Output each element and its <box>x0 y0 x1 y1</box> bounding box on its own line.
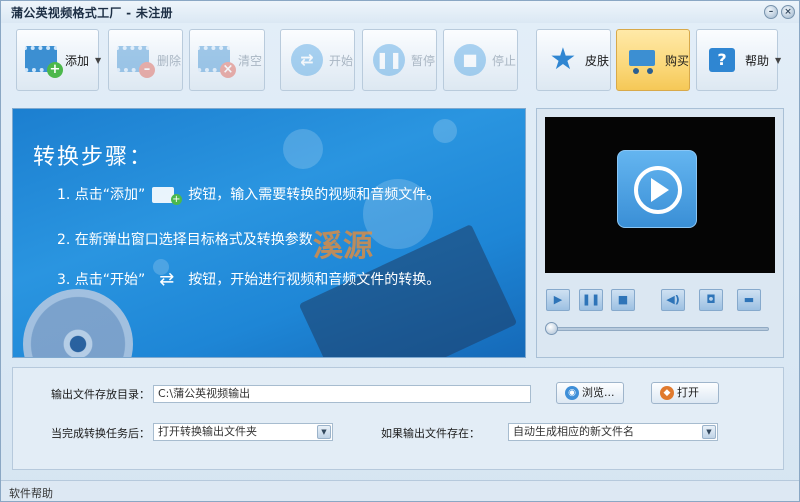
disc-decoration <box>23 289 133 357</box>
start-button[interactable]: ⇄ 开始 <box>280 29 355 91</box>
start-button-label: 开始 <box>329 53 354 68</box>
chevron-down-icon: ▼ <box>702 425 716 439</box>
shuffle-icon: ⇄ <box>289 42 325 78</box>
add-button-label: 添加 <box>65 53 90 68</box>
after-done-label: 当完成转换任务后： <box>51 427 150 440</box>
skin-button[interactable]: ★ 皮肤 <box>536 29 611 91</box>
watermark: 溪源 <box>313 229 373 264</box>
step-3-suffix: 按钮，开始进行视频和音频文件的转换。 <box>188 272 441 288</box>
stop-icon: ■ <box>452 42 488 78</box>
open-icon: ◆ <box>660 386 674 400</box>
stop-button-label: 停止 <box>492 53 517 68</box>
star-icon: ★ <box>549 42 577 77</box>
if-exists-value: 自动生成相应的新文件名 <box>513 425 634 438</box>
output-dir-field[interactable]: C:\蒲公英视频输出 <box>153 385 531 403</box>
camera-icon[interactable]: ◘ <box>699 289 723 311</box>
app-window: 蒲公英视频格式工厂 - 未注册 – × + 添加 ▼ – 删除 × 清空 ⇄ 开… <box>0 0 800 502</box>
add-button[interactable]: + 添加 ▼ <box>16 29 102 91</box>
pause-icon: ❚❚ <box>371 42 407 78</box>
video-screen <box>545 117 775 273</box>
close-button[interactable]: × <box>781 5 795 19</box>
help-button-label: 帮助 <box>745 53 770 68</box>
pause-button[interactable]: ❚❚ 暂停 <box>362 29 437 91</box>
minimize-button[interactable]: – <box>764 5 778 19</box>
if-exists-label: 如果输出文件存在： <box>381 427 480 440</box>
cart-icon <box>625 42 661 78</box>
step-1: 1. 点击“添加” + 按钮，输入需要转换的视频和音频文件。 <box>57 184 440 205</box>
open-button[interactable]: ◆ 打开 <box>651 382 719 404</box>
output-dir-label: 输出文件存放目录： <box>51 388 150 401</box>
stop-icon[interactable]: ■ <box>611 289 635 311</box>
shuffle-icon: ⇄ <box>159 269 175 290</box>
skin-button-label: 皮肤 <box>585 53 610 68</box>
steps-title: 转换步骤： <box>33 145 154 170</box>
output-settings: 输出文件存放目录： C:\蒲公英视频输出 ◉ 浏览... ◆ 打开 当完成转换任… <box>12 367 784 470</box>
if-exists-select[interactable]: 自动生成相应的新文件名 ▼ <box>508 423 718 441</box>
toolbar: + 添加 ▼ – 删除 × 清空 ⇄ 开始 ❚❚ 暂停 ■ 停止 ★ 皮肤 购买… <box>1 23 799 97</box>
film-clear-icon: × <box>198 42 236 78</box>
chevron-down-icon: ▼ <box>95 55 102 65</box>
progress-thumb[interactable] <box>545 322 558 335</box>
video-player: ▶ ❚❚ ■ ◀) ◘ ▬ <box>536 108 784 358</box>
help-button[interactable]: ? 帮助 ▼ <box>696 29 782 91</box>
delete-button-label: 删除 <box>157 53 182 68</box>
after-done-select[interactable]: 打开转换输出文件夹 ▼ <box>153 423 333 441</box>
step-1-prefix: 1. 点击“添加” <box>57 187 146 203</box>
pause-icon[interactable]: ❚❚ <box>579 289 603 311</box>
buy-button-label: 购买 <box>665 53 690 68</box>
pause-button-label: 暂停 <box>411 53 436 68</box>
software-help-link[interactable]: 软件帮助 <box>9 485 53 501</box>
progress-track[interactable] <box>551 327 769 331</box>
play-overlay-button[interactable] <box>617 150 697 228</box>
delete-button[interactable]: – 删除 <box>108 29 183 91</box>
window-title: 蒲公英视频格式工厂 - 未注册 <box>11 6 173 20</box>
open-button-label: 打开 <box>677 386 699 399</box>
buy-button[interactable]: 购买 <box>616 29 690 91</box>
film-add-icon: + <box>25 42 63 78</box>
volume-icon[interactable]: ◀) <box>661 289 685 311</box>
browse-button[interactable]: ◉ 浏览... <box>556 382 624 404</box>
clear-button[interactable]: × 清空 <box>189 29 265 91</box>
film-add-icon: + <box>151 185 182 205</box>
chevron-down-icon: ▼ <box>317 425 331 439</box>
stop-button[interactable]: ■ 停止 <box>443 29 518 91</box>
chevron-down-icon: ▼ <box>775 55 782 65</box>
step-1-suffix: 按钮，输入需要转换的视频和音频文件。 <box>188 187 441 203</box>
play-icon[interactable]: ▶ <box>546 289 570 311</box>
clear-button-label: 清空 <box>238 53 263 68</box>
status-bar: 软件帮助 <box>1 480 799 501</box>
browse-button-label: 浏览... <box>582 386 615 399</box>
step-2: 2. 在新弹出窗口选择目标格式及转换参数 <box>57 232 313 248</box>
step-3-prefix: 3. 点击“开始” <box>57 272 146 288</box>
steps-banner: 溪源 转换步骤： 1. 点击“添加” + 按钮，输入需要转换的视频和音频文件。 … <box>12 108 526 358</box>
help-icon: ? <box>705 42 741 78</box>
browse-icon: ◉ <box>565 386 579 400</box>
fullscreen-icon[interactable]: ▬ <box>737 289 761 311</box>
after-done-value: 打开转换输出文件夹 <box>158 425 257 438</box>
title-bar: 蒲公英视频格式工厂 - 未注册 – × <box>1 1 799 23</box>
film-remove-icon: – <box>117 42 155 78</box>
step-3: 3. 点击“开始” ⇄ 按钮，开始进行视频和音频文件的转换。 <box>57 269 440 290</box>
